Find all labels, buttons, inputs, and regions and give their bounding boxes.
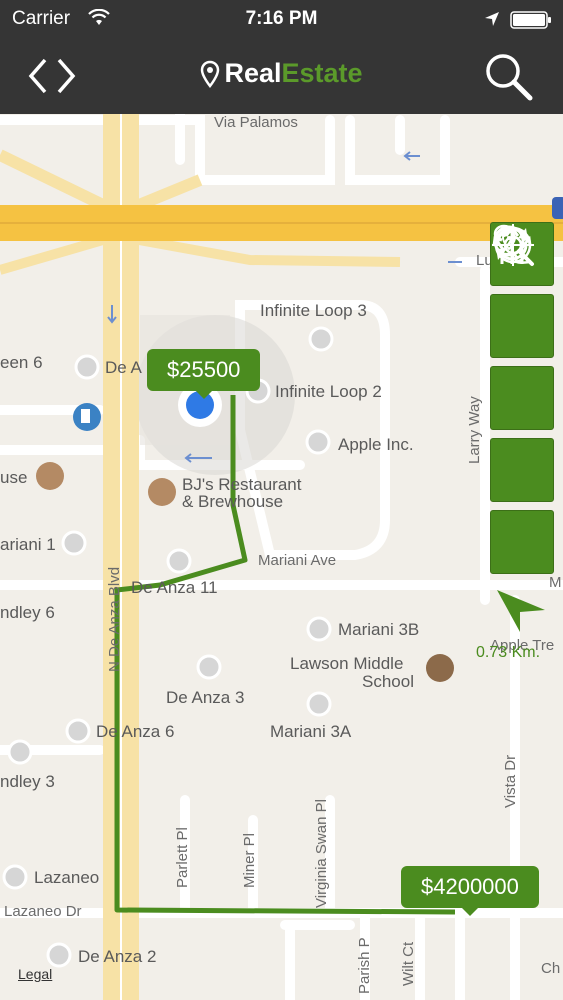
- locate-tool-button[interactable]: [490, 224, 554, 502]
- status-bar: Carrier 7:16 PM: [0, 0, 563, 38]
- poi-label: De Anza 11: [131, 578, 218, 597]
- poi-label: ndley 6: [0, 603, 55, 622]
- refresh-tool-button[interactable]: [490, 227, 554, 358]
- poi-label: De Anza 3: [166, 688, 245, 707]
- map-pin-icon: [201, 60, 220, 88]
- brand-primary: Real: [224, 58, 282, 88]
- road-label: Virginia Swan Pl: [313, 799, 330, 908]
- road-label: Larry Way: [466, 396, 483, 464]
- road-label: Parlett Pl: [174, 827, 191, 888]
- poi-label: een 6: [0, 353, 43, 372]
- poi-label: ariani 1: [0, 535, 56, 554]
- poi-label: De Anza 2: [78, 947, 157, 966]
- app-brand: Real Estate: [0, 58, 563, 89]
- restaurant-icon: [148, 478, 176, 506]
- poi-label: Mariani 3B: [338, 620, 420, 639]
- road-label: Miner Pl: [241, 832, 258, 888]
- poi-label: Infinite Loop 3: [260, 301, 367, 320]
- road-label: Ch: [541, 960, 561, 977]
- legal-link[interactable]: Legal: [18, 966, 52, 982]
- poi-label: School: [362, 672, 414, 691]
- poi-label: Mariani 3A: [270, 722, 352, 741]
- price-marker[interactable]: $4200000: [401, 866, 539, 916]
- clock: 7:16 PM: [245, 8, 318, 29]
- road-label: Vista Dr: [502, 754, 519, 808]
- poi-label: ndley 3: [0, 772, 55, 791]
- poi-label: De A: [105, 358, 142, 377]
- poi-label: use: [0, 468, 28, 487]
- search-button[interactable]: [480, 48, 536, 104]
- road-label: Parish P: [356, 937, 373, 994]
- map-view[interactable]: Via Palamos Mariani Ave Lu M Apple Tre L…: [0, 114, 563, 1000]
- search-icon: [486, 54, 533, 101]
- school-icon: [426, 654, 454, 682]
- app-header: Real Estate: [0, 38, 563, 114]
- brand-accent: Estate: [281, 58, 363, 88]
- directions-tool-button[interactable]: [490, 225, 554, 430]
- map-toolbar: [490, 222, 554, 582]
- road-label: Via Palamos: [214, 114, 298, 131]
- road-label: Lazaneo Dr: [4, 903, 82, 920]
- poi-label: Lazaneo: [34, 868, 100, 887]
- poi-label: & Brewhouse: [182, 492, 284, 511]
- distance-label: 0.73 Km.: [476, 644, 541, 661]
- road-label: Mariani Ave: [258, 552, 337, 569]
- price-marker[interactable]: $25500: [147, 349, 261, 399]
- road-label: Wilt Ct: [400, 941, 417, 986]
- road-label: N De Anza Blvd: [106, 566, 123, 672]
- poi-label: Apple Inc.: [338, 435, 414, 454]
- location-services-icon: [485, 12, 499, 26]
- zoom-search-tool-button[interactable]: [490, 225, 554, 574]
- poi-label: Infinite Loop 2: [275, 382, 382, 401]
- battery-icon: [510, 11, 551, 29]
- navigation-arrow-icon: [497, 590, 545, 632]
- poi-label: De Anza 6: [96, 722, 175, 741]
- zoom-pin-icon: [493, 225, 534, 266]
- restaurant-icon: [36, 462, 64, 490]
- poi-label: Lawson Middle: [290, 654, 404, 673]
